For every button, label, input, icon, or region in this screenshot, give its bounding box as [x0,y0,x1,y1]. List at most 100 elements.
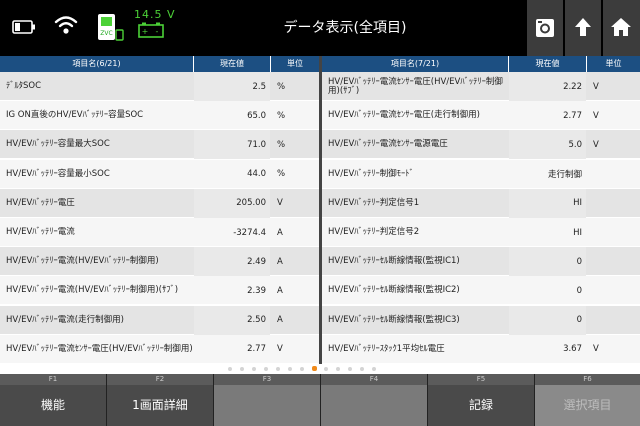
right-item-value: 走行制御 [547,170,582,181]
page-dot[interactable] [264,367,268,371]
right-item-value: 0 [509,305,586,335]
left-table-row[interactable]: IG ON直後のHV/EVﾊﾞｯﾃﾘｰ容量SOC 65.0% [0,101,319,131]
right-table-row[interactable]: HV/EVﾊﾞｯﾃﾘｰ電流ｾﾝｻｰ電圧(走行制御用) 2.77 V [322,101,640,131]
right-table-row[interactable]: HV/EVﾊﾞｯﾃﾘｰｾﾙ断線情報(監視IC3) 0 [322,305,640,335]
page-dot[interactable] [228,367,232,371]
right-item-value: HI [509,188,586,218]
left-table-row[interactable]: HV/EVﾊﾞｯﾃﾘｰ電流ｾﾝｻｰ電圧(HV/EVﾊﾞｯﾃﾘｰ制御用) 2.77 V [0,334,319,364]
page-dot[interactable] [252,367,256,371]
left-item-value: 2.50 [194,305,270,335]
right-item-unit: V [593,344,599,355]
left-item-unit: % [277,139,286,150]
left-item-value: -3274.4 [233,227,266,238]
right-item-unit: V [593,139,599,150]
page-dot[interactable] [348,367,352,371]
right-table-row[interactable]: HV/EVﾊﾞｯﾃﾘｰｽﾀｯｸ1平均ｾﾙ電圧 3.67 V [322,334,640,364]
f6-select-items-button[interactable]: F6 選択項目 [535,374,640,426]
right-item-name: HV/EVﾊﾞｯﾃﾘｰｾﾙ断線情報(監視IC1) [328,256,460,267]
svg-text:ZVC: ZVC [100,30,112,37]
left-item-name: HV/EVﾊﾞｯﾃﾘｰ容量最大SOC [6,139,110,150]
f1-key-label: F1 [0,374,106,385]
page-dot[interactable] [324,367,328,371]
left-table-row[interactable]: HV/EVﾊﾞｯﾃﾘｰ電流(HV/EVﾊﾞｯﾃﾘｰ制御用) 2.49 A [0,247,319,277]
page-dot[interactable] [372,367,376,371]
left-table-row[interactable]: HV/EVﾊﾞｯﾃﾘｰ電流(走行制御用) 2.50 A [0,305,319,335]
svg-text:-: - [156,27,159,36]
f3-empty-button[interactable]: F3 [214,374,320,426]
left-item-value: 2.39 [247,285,266,296]
page-dot[interactable] [360,367,364,371]
car-battery-icon: + - [138,22,164,38]
page-dot[interactable] [240,367,244,371]
right-table-row[interactable]: HV/EVﾊﾞｯﾃﾘｰ電流ｾﾝｻｰ電源電圧 5.0 V [322,130,640,160]
left-item-name: HV/EVﾊﾞｯﾃﾘｰ電流(HV/EVﾊﾞｯﾃﾘｰ制御用) [6,256,159,267]
f4-empty-button[interactable]: F4 [321,374,427,426]
right-item-value: 2.77 [563,110,582,121]
svg-text:+: + [142,27,149,36]
f3-key-label: F3 [214,374,320,385]
left-item-unit: V [277,198,283,209]
right-item-unit [587,306,640,335]
right-table-row[interactable]: HV/EVﾊﾞｯﾃﾘｰｾﾙ断線情報(監視IC1) 0 [322,247,640,277]
page-dot[interactable] [276,367,280,371]
right-item-name: HV/EVﾊﾞｯﾃﾘｰ判定信号1 [328,197,420,208]
left-item-unit: A [277,256,283,267]
f3-button-text [214,385,320,426]
page-dot[interactable] [288,367,292,371]
battery-voltage: 14.5 V [134,8,176,21]
left-item-value: 65.0 [247,110,266,121]
f5-record-button[interactable]: F5 記録 [428,374,534,426]
left-table-row[interactable]: HV/EVﾊﾞｯﾃﾘｰ電圧 205.00 V [0,188,319,218]
top-bar: ZVC 14.5 V + - データ表示(全項目) [0,0,640,56]
left-table-row[interactable]: HV/EVﾊﾞｯﾃﾘｰ電流 -3274.4 A [0,218,319,247]
left-item-unit: % [277,81,286,92]
left-item-name: HV/EVﾊﾞｯﾃﾘｰ電流(走行制御用) [6,314,124,325]
right-item-name: HV/EVﾊﾞｯﾃﾘｰｽﾀｯｸ1平均ｾﾙ電圧 [328,343,445,354]
f4-key-label: F4 [321,374,427,385]
right-table-row[interactable]: HV/EVﾊﾞｯﾃﾘｰ判定信号2 HI [322,218,640,247]
home-button[interactable] [603,0,640,56]
right-item-unit [587,160,640,189]
left-item-unit: V [277,344,283,355]
right-item-name: HV/EVﾊﾞｯﾃﾘｰ電流ｾﾝｻｰ電源電圧 [328,139,448,150]
right-header-name: 項目名(7/21) [322,56,508,72]
right-item-value: 0 [576,285,582,296]
right-item-name: HV/EVﾊﾞｯﾃﾘｰ電流ｾﾝｻｰ電圧(走行制御用) [328,110,480,121]
up-button[interactable] [565,0,601,56]
right-table-row[interactable]: HV/EVﾊﾞｯﾃﾘｰ判定信号1 HI [322,188,640,218]
left-table-row[interactable]: ﾃﾞﾙﾀSOC 2.5% [0,72,319,101]
wifi-icon [54,16,78,34]
right-table-row[interactable]: HV/EVﾊﾞｯﾃﾘｰ制御ﾓｰﾄﾞ 走行制御 [322,159,640,189]
left-item-unit: A [277,227,283,238]
page-dot[interactable] [300,367,304,371]
screenshot-button[interactable] [527,0,563,56]
right-data-table: 項目名(7/21) 現在値 単位 HV/EVﾊﾞｯﾃﾘｰ電流ｾﾝｻｰ電圧(HV/… [322,56,640,364]
left-header-unit: 単位 [271,56,319,72]
right-item-value: 3.67 [563,344,582,355]
left-item-name: ﾃﾞﾙﾀSOC [6,81,42,91]
upload-icon [575,18,591,36]
left-item-unit: % [277,110,286,121]
f2-screen-detail-button[interactable]: F2 1画面詳細 [107,374,213,426]
f4-button-text [321,385,427,426]
battery-icon [12,20,35,34]
left-item-name: HV/EVﾊﾞｯﾃﾘｰ電流ｾﾝｻｰ電圧(HV/EVﾊﾞｯﾃﾘｰ制御用) [6,343,193,354]
page-dot-active[interactable] [312,366,317,371]
left-table-row[interactable]: HV/EVﾊﾞｯﾃﾘｰ電流(HV/EVﾊﾞｯﾃﾘｰ制御用)(ｻﾌﾞ) 2.39 A [0,276,319,306]
left-item-value: 2.5 [194,72,270,101]
right-item-value: HI [573,227,582,238]
right-item-unit [587,189,640,218]
f2-key-label: F2 [107,374,213,385]
left-table-row[interactable]: HV/EVﾊﾞｯﾃﾘｰ容量最大SOC 71.0% [0,130,319,160]
f1-function-button[interactable]: F1 機能 [0,374,106,426]
right-table-row[interactable]: HV/EVﾊﾞｯﾃﾘｰｾﾙ断線情報(監視IC2) 0 [322,276,640,306]
right-table-row[interactable]: HV/EVﾊﾞｯﾃﾘｰ電流ｾﾝｻｰ電圧(HV/EVﾊﾞｯﾃﾘｰ制御用)(ｻﾌﾞ)… [322,72,640,101]
page-dot[interactable] [336,367,340,371]
vci-device-icon: ZVC [98,14,124,41]
home-icon [611,18,631,36]
left-header-value: 現在値 [194,56,270,72]
left-table-row[interactable]: HV/EVﾊﾞｯﾃﾘｰ容量最小SOC 44.0% [0,159,319,189]
right-item-value: 2.22 [509,72,586,101]
left-item-name: HV/EVﾊﾞｯﾃﾘｰ容量最小SOC [6,168,110,179]
camera-icon [536,19,554,37]
